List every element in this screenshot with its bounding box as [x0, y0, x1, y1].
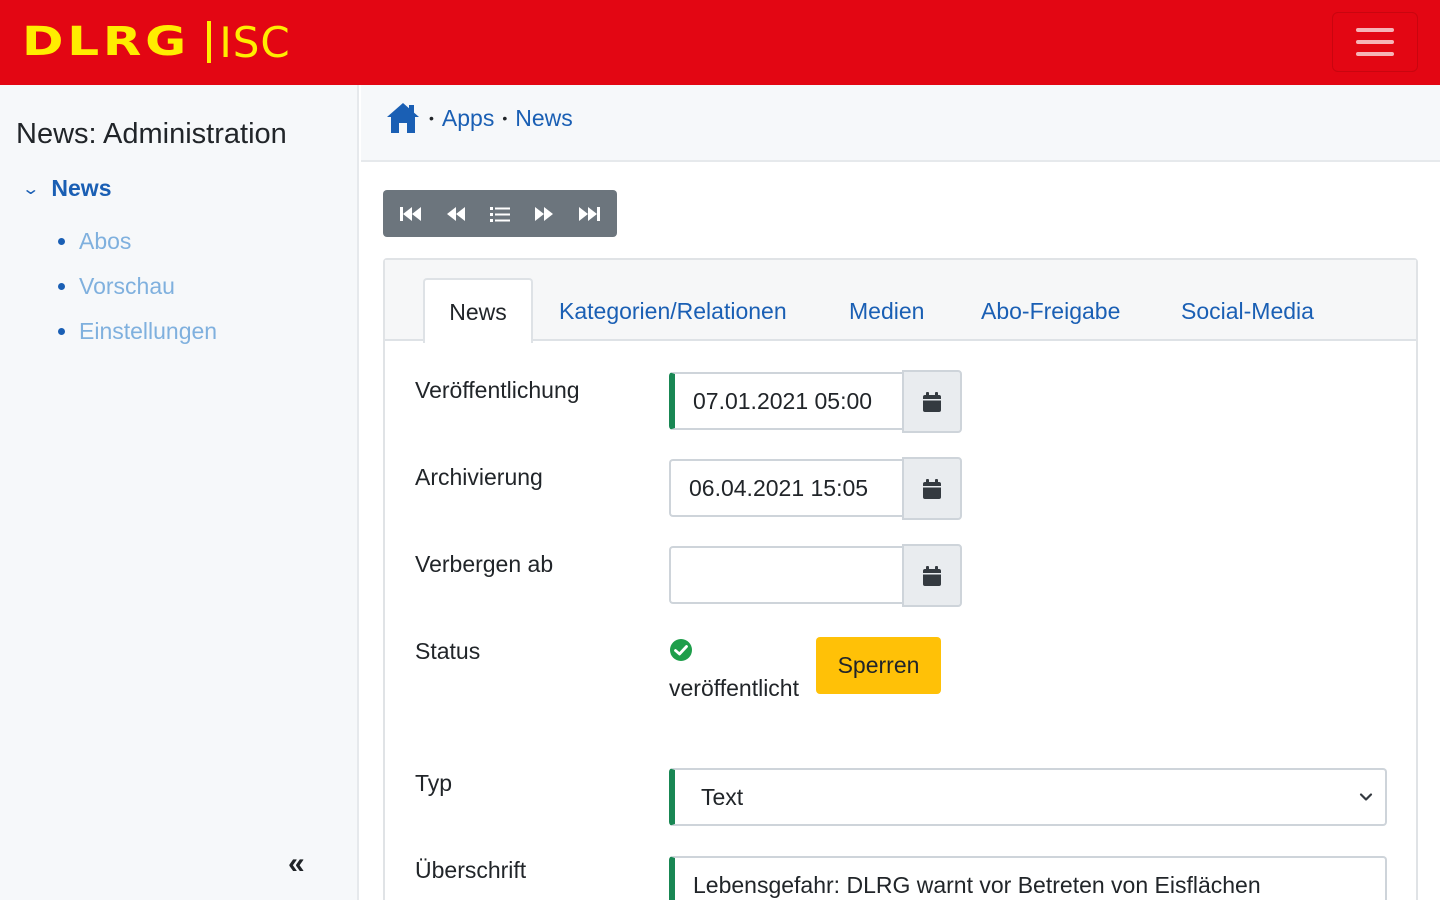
- tab-bar: News Kategorien/Relationen Medien Abo-Fr…: [385, 260, 1416, 343]
- bullet-icon: [58, 283, 65, 290]
- calendar-icon: [923, 565, 941, 586]
- publication-label: Veröffentlichung: [415, 377, 580, 403]
- bullet-icon: [58, 238, 65, 245]
- list-view-button[interactable]: [483, 197, 517, 231]
- first-icon: [400, 206, 422, 221]
- calendar-icon: [923, 391, 941, 412]
- type-label: Typ: [415, 770, 453, 796]
- archive-date-input[interactable]: 06.04.2021 15:05: [669, 459, 902, 517]
- publication-date-input[interactable]: 07.01.2021 05:00: [669, 372, 902, 430]
- top-bar: DLRG ISC: [0, 0, 1440, 85]
- hamburger-icon-bar: [1356, 52, 1394, 56]
- chevron-down-icon: [1359, 793, 1373, 801]
- breadcrumb-separator: •: [502, 110, 508, 126]
- tab-news[interactable]: News: [423, 278, 533, 343]
- bullet-icon: [58, 328, 65, 335]
- breadcrumb: • Apps • News: [385, 101, 573, 135]
- status-label: Status: [415, 638, 481, 664]
- archive-label: Archivierung: [415, 464, 543, 490]
- headline-input[interactable]: Lebensgefahr: DLRG warnt vor Betreten vo…: [669, 856, 1387, 900]
- hamburger-menu-button[interactable]: [1332, 12, 1418, 72]
- breadcrumb-separator: •: [429, 110, 434, 126]
- next-icon: [535, 206, 554, 221]
- sidebar-item-vorschau[interactable]: Vorschau: [58, 264, 217, 309]
- next-record-button[interactable]: [527, 197, 561, 231]
- publication-date-group: 07.01.2021 05:00: [669, 370, 962, 433]
- sidebar-item-label: Vorschau: [79, 273, 175, 299]
- tab-social-media[interactable]: Social-Media: [1181, 298, 1314, 325]
- tab-medien[interactable]: Medien: [849, 298, 924, 325]
- first-record-button[interactable]: [394, 197, 428, 231]
- type-select[interactable]: Text: [669, 768, 1387, 826]
- hide-from-calendar-button[interactable]: [902, 544, 962, 607]
- logo-separator: [207, 21, 212, 63]
- last-record-button[interactable]: [572, 197, 606, 231]
- calendar-icon: [923, 478, 941, 499]
- status-value: veröffentlicht: [669, 675, 799, 701]
- breadcrumb-link-apps[interactable]: Apps: [442, 105, 494, 132]
- hide-from-label: Verbergen ab: [415, 551, 554, 577]
- sidebar-item-label: Einstellungen: [79, 318, 218, 344]
- logo-dlrg-text: DLRG: [22, 19, 190, 65]
- sidebar-item-news[interactable]: ⌄ News: [21, 175, 112, 202]
- lock-button[interactable]: Sperren: [816, 637, 941, 694]
- hide-from-date-input[interactable]: [669, 546, 902, 604]
- sidebar-item-einstellungen[interactable]: Einstellungen: [58, 309, 217, 354]
- type-select-value: Text: [701, 783, 744, 810]
- headline-label: Überschrift: [415, 857, 527, 883]
- sidebar-title: News: Administration: [16, 118, 287, 150]
- check-circle-icon: [670, 639, 692, 661]
- previous-record-button[interactable]: [439, 197, 473, 231]
- tab-abo-freigabe[interactable]: Abo-Freigabe: [981, 298, 1120, 325]
- hide-from-date-group: [669, 544, 962, 607]
- sidebar-item-label: News: [51, 175, 112, 201]
- sidebar-item-label: Abos: [79, 228, 132, 254]
- dlrg-isc-logo[interactable]: DLRG ISC: [22, 17, 291, 67]
- home-icon[interactable]: [385, 101, 421, 135]
- sidebar: News: Administration ⌄ News Abos Vorscha…: [0, 85, 359, 900]
- hamburger-icon-bar: [1356, 40, 1394, 44]
- tab-kategorien-relationen[interactable]: Kategorien/Relationen: [559, 298, 787, 325]
- record-pager: [383, 190, 617, 237]
- sidebar-collapse-button[interactable]: «: [288, 847, 305, 881]
- logo-isc-text: ISC: [219, 17, 291, 67]
- sidebar-item-abos[interactable]: Abos: [58, 219, 217, 264]
- breadcrumb-bar: • Apps • News: [361, 85, 1440, 162]
- archive-date-group: 06.04.2021 15:05: [669, 457, 962, 520]
- last-icon: [578, 206, 600, 221]
- chevron-down-icon: ⌄: [21, 180, 41, 198]
- publication-calendar-button[interactable]: [902, 370, 962, 433]
- list-icon: [489, 206, 510, 222]
- hamburger-icon: [1356, 28, 1394, 32]
- archive-calendar-button[interactable]: [902, 457, 962, 520]
- sidebar-subnav: Abos Vorschau Einstellungen: [58, 219, 217, 354]
- breadcrumb-link-news[interactable]: News: [515, 105, 573, 132]
- previous-icon: [446, 206, 465, 221]
